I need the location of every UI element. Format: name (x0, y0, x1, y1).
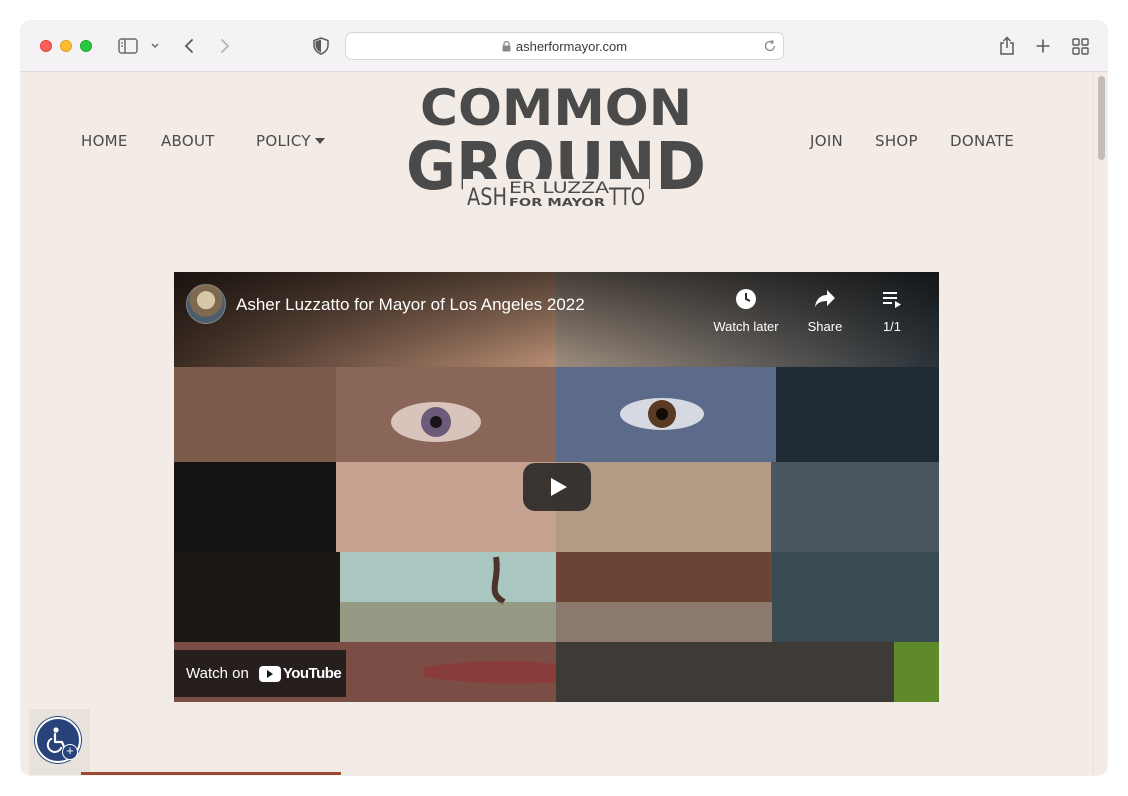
nav-policy-label: POLICY (256, 132, 311, 150)
lock-icon (502, 40, 511, 52)
playlist-count: 1/1 (882, 319, 902, 334)
caret-down-icon (314, 138, 325, 144)
video-title[interactable]: Asher Luzzatto for Mayor of Los Angeles … (236, 295, 585, 315)
tabs-grid-icon[interactable] (1070, 35, 1090, 57)
nav-join-link[interactable]: JOIN (810, 132, 843, 150)
share-icon[interactable] (997, 35, 1017, 57)
share-arrow-icon (800, 288, 850, 310)
watch-later-label: Watch later (713, 319, 779, 334)
zoom-window-button[interactable] (80, 40, 92, 52)
chevron-down-icon[interactable] (149, 35, 161, 57)
logo-for-mayor: FOR MAYOR (509, 196, 606, 209)
plus-icon[interactable] (1033, 35, 1053, 57)
sidebar-icon[interactable] (117, 35, 139, 57)
accessibility-widget[interactable]: + (29, 709, 90, 775)
nav-policy-dropdown[interactable]: POLICY (256, 132, 325, 150)
play-icon (551, 478, 567, 496)
nav-shop-link[interactable]: SHOP (875, 132, 918, 150)
url-text: asherformayor.com (515, 38, 628, 54)
share-video-button[interactable]: Share (800, 288, 850, 334)
vertical-scrollbar[interactable] (1093, 73, 1107, 775)
playlist-icon (874, 288, 910, 310)
web-page: HOME ABOUT POLICY JOIN SHOP DONATE COMMO… (21, 73, 1093, 775)
nav-about-link[interactable]: ABOUT (161, 132, 215, 150)
clock-icon (710, 288, 782, 310)
nav-donate-link[interactable]: DONATE (950, 132, 1014, 150)
logo-tto: TTO (608, 183, 645, 209)
watch-on-youtube-button[interactable]: Watch on YouTube (174, 650, 346, 697)
browser-toolbar: asherformayor.com (21, 21, 1107, 72)
minimize-window-button[interactable] (60, 40, 72, 52)
watch-later-button[interactable]: Watch later (710, 288, 782, 334)
scrollbar-thumb[interactable] (1098, 76, 1105, 160)
section-accent-line (81, 772, 341, 775)
back-icon[interactable] (179, 35, 199, 57)
plus-badge-icon: + (62, 744, 78, 760)
shield-icon[interactable] (311, 35, 331, 57)
playlist-button[interactable]: 1/1 (874, 288, 910, 334)
video-embed[interactable]: Asher Luzzatto for Mayor of Los Angeles … (174, 272, 939, 702)
forward-icon[interactable] (215, 35, 235, 57)
browser-window: asherformayor.com HOME ABOUT POLICY JOIN… (21, 21, 1107, 775)
youtube-wordmark: YouTube (282, 665, 342, 682)
play-button[interactable] (523, 463, 591, 511)
reload-icon[interactable] (763, 39, 777, 53)
close-window-button[interactable] (40, 40, 52, 52)
share-label: Share (807, 319, 843, 334)
channel-avatar[interactable] (186, 284, 226, 324)
youtube-logo-icon: YouTube (258, 665, 342, 682)
nav-home-link[interactable]: HOME (81, 132, 128, 150)
campaign-logo[interactable]: COMMON GROUND ASH ER LUZZA TTO FOR MAYOR (401, 79, 711, 209)
watch-on-label: Watch on (186, 665, 249, 682)
address-bar[interactable]: asherformayor.com (345, 32, 784, 60)
logo-er-luzza: ER LUZZA (509, 178, 609, 197)
logo-ash: ASH (467, 183, 507, 209)
